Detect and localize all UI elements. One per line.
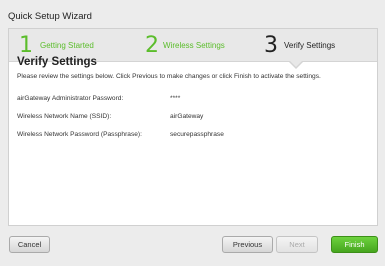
step-label: Getting Started	[40, 41, 94, 50]
row-label: Wireless Network Name (SSID):	[17, 113, 112, 120]
step-number: 3	[264, 33, 278, 58]
step-number: 2	[145, 33, 159, 58]
cancel-button[interactable]: Cancel	[9, 236, 50, 253]
settings-row-admin-password: airGateway Administrator Password: ****	[17, 95, 180, 102]
instructions-text: Please review the settings below. Click …	[17, 73, 321, 80]
step-verify-settings: 3 Verify Settings	[259, 29, 377, 62]
settings-row-ssid: Wireless Network Name (SSID): airGateway	[17, 113, 203, 120]
wizard-title: Quick Setup Wizard	[8, 11, 92, 22]
active-step-pointer	[288, 60, 304, 69]
row-label: Wireless Network Password (Passphrase):	[17, 131, 142, 138]
row-value: ****	[170, 95, 181, 102]
step-wireless-settings[interactable]: 2 Wireless Settings	[139, 29, 259, 62]
next-button[interactable]: Next	[276, 236, 318, 253]
step-number: 1	[19, 33, 33, 58]
settings-row-passphrase: Wireless Network Password (Passphrase): …	[17, 131, 224, 138]
finish-button[interactable]: Finish	[331, 236, 378, 253]
previous-button[interactable]: Previous	[222, 236, 273, 253]
wizard-footer: Cancel Previous Next Finish	[0, 226, 385, 266]
step-label: Verify Settings	[284, 41, 336, 50]
step-label: Wireless Settings	[163, 41, 225, 50]
row-label: airGateway Administrator Password:	[17, 95, 124, 102]
row-value: securepassphrase	[170, 131, 224, 138]
row-value: airGateway	[170, 113, 204, 120]
page-title: Verify Settings	[17, 56, 97, 68]
